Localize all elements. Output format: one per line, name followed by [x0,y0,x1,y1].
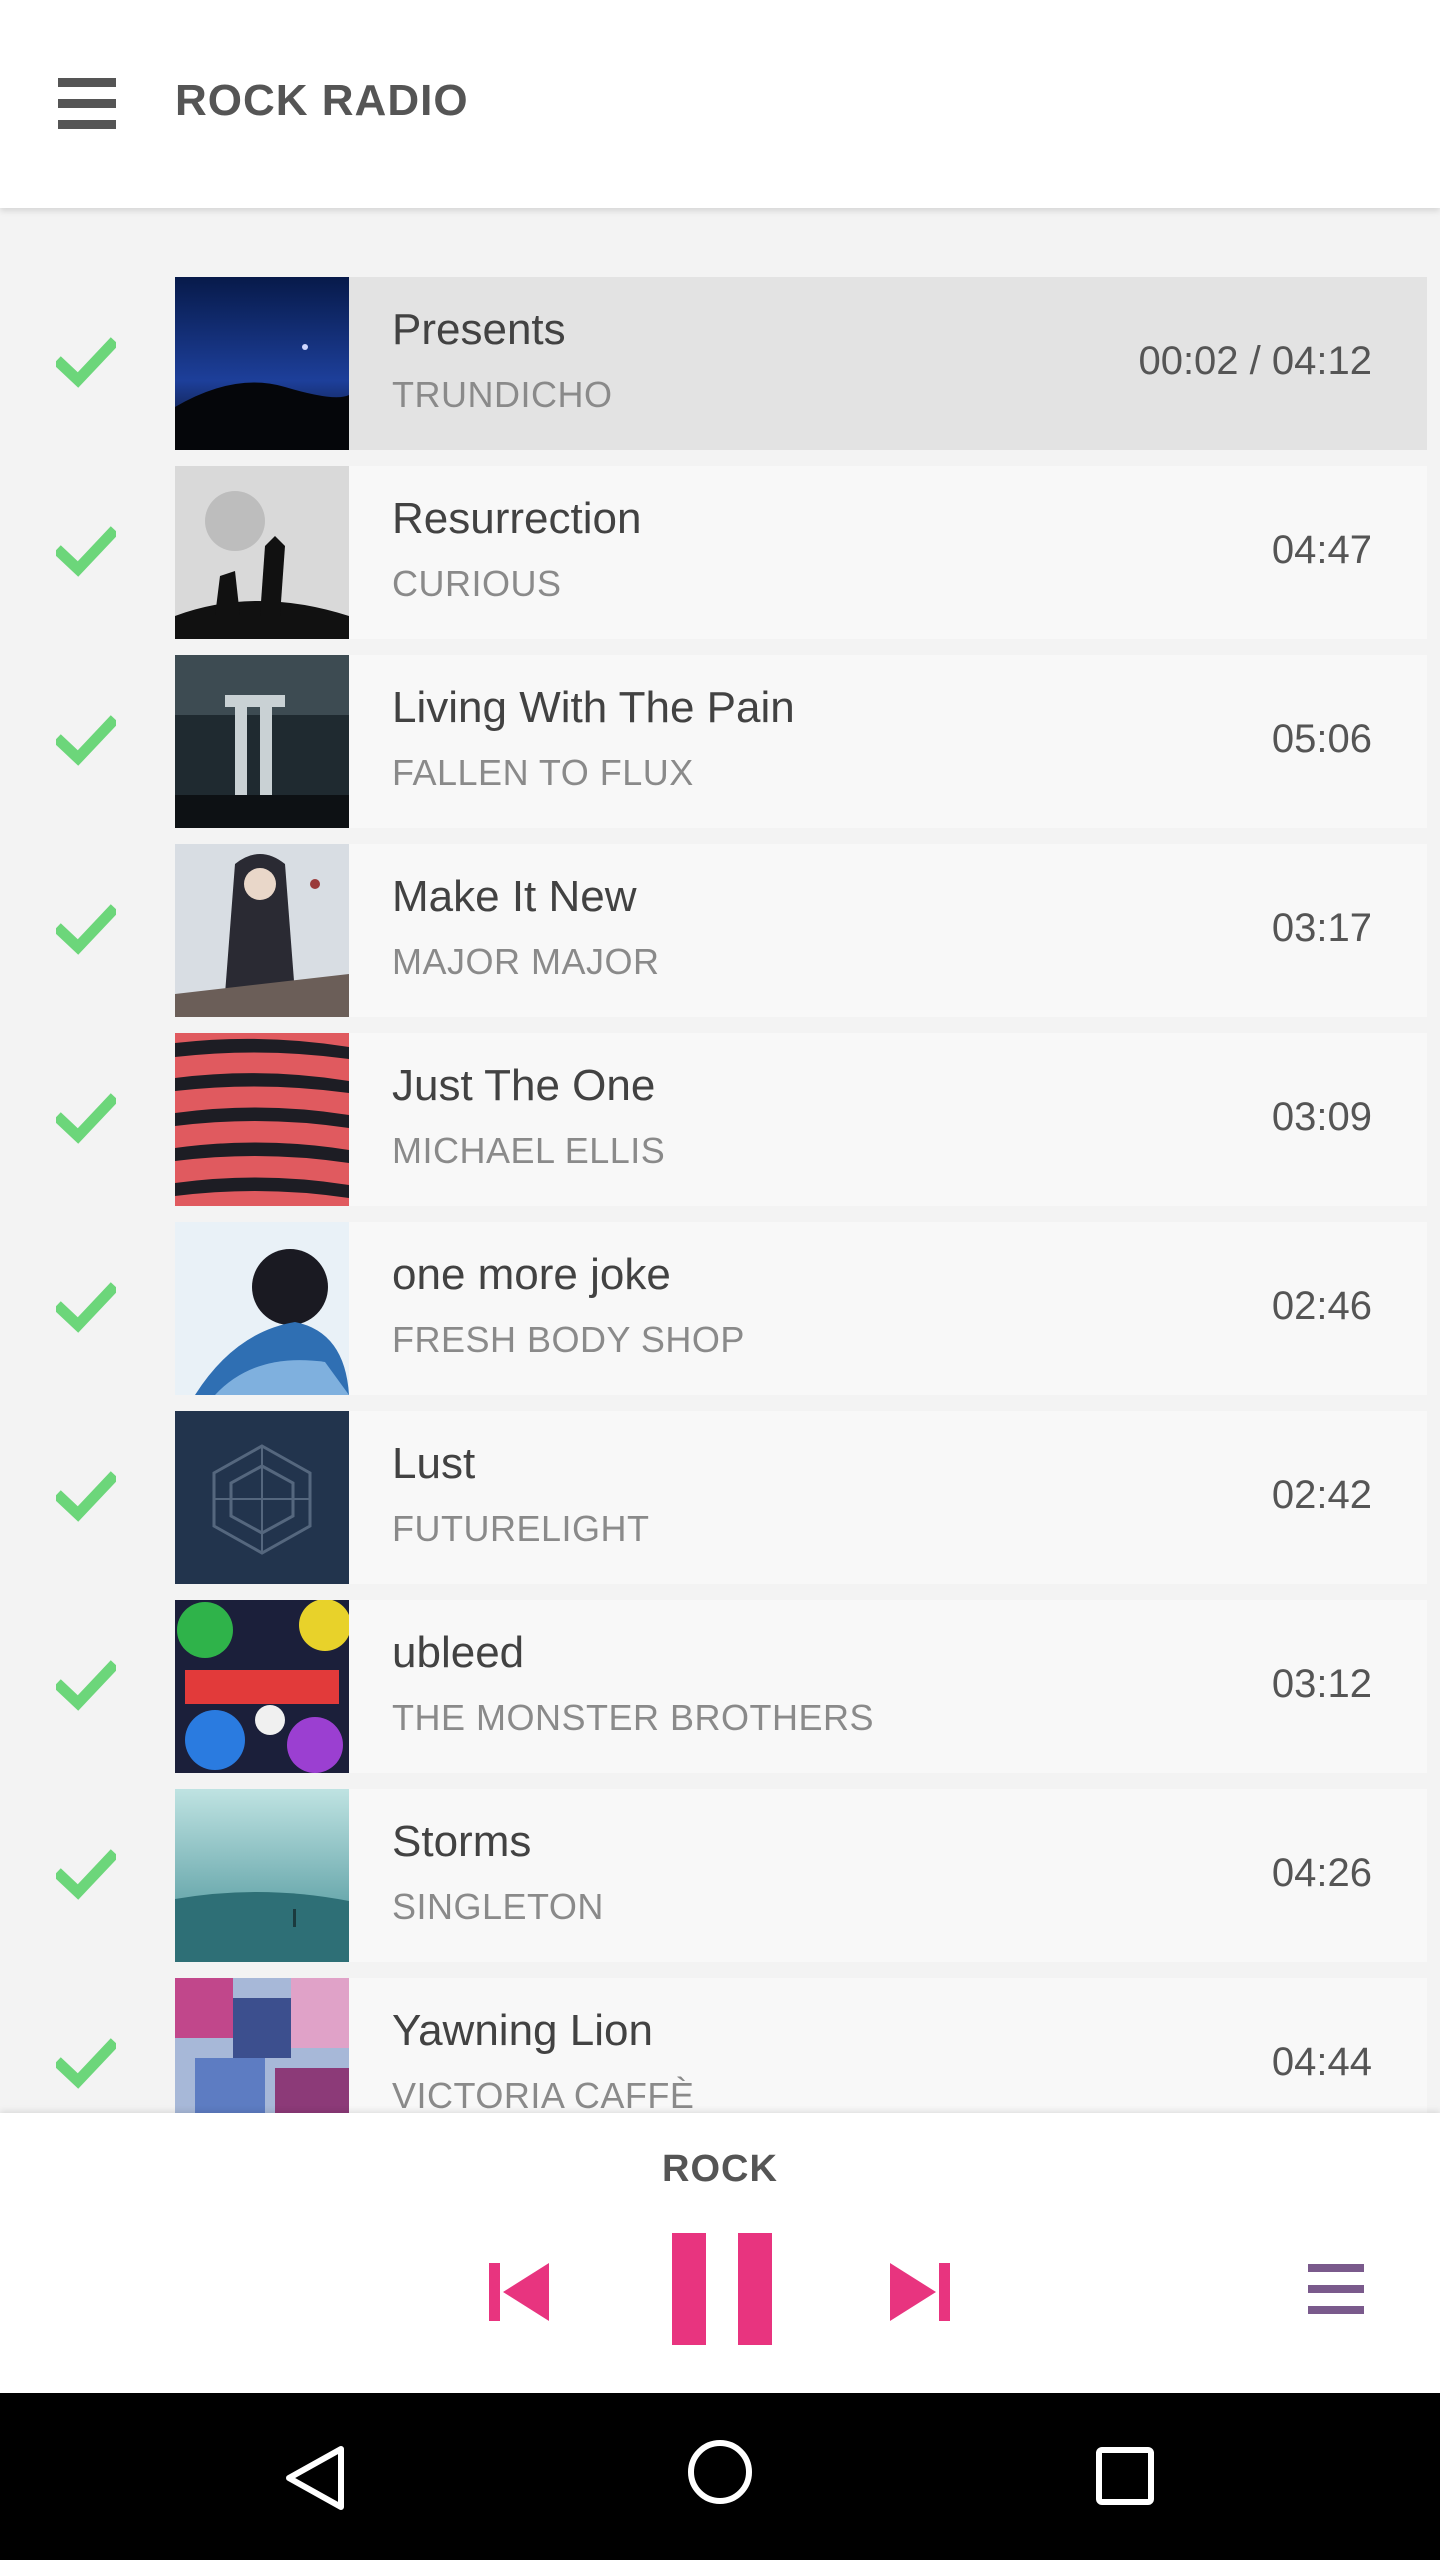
skip-previous-icon[interactable] [489,2263,549,2321]
skip-next-icon[interactable] [890,2263,950,2321]
check-icon [56,1660,116,1712]
check-icon [56,1093,116,1145]
track-artist: SINGLETON [392,1886,604,1927]
check-icon [56,1471,116,1523]
track-duration: 04:47 [1271,528,1372,572]
track-artist: MICHAEL ELLIS [392,1130,666,1171]
track-title: Storms [392,1817,532,1866]
track-card[interactable]: Living With The Pain FALLEN TO FLUX 05:0… [349,655,1427,828]
album-cover [175,277,349,450]
track-title: Presents [392,305,566,354]
album-cover [175,466,349,639]
track-artist: VICTORIA CAFFÈ [392,2075,695,2116]
track-duration: 03:12 [1271,1662,1372,1706]
track-row[interactable]: Presents TRUNDICHO 00:02 / 04:12 [0,277,1440,450]
track-card[interactable]: Storms SINGLETON 04:26 [349,1789,1427,1962]
system-nav-bar [0,2393,1440,2560]
album-cover [175,1600,349,1773]
track-duration: 03:17 [1271,906,1372,950]
album-cover [175,1789,349,1962]
track-duration: 02:42 [1271,1473,1372,1517]
track-title: Lust [392,1439,476,1488]
recents-icon[interactable] [1095,2446,1155,2511]
page-title: ROCK RADIO [175,76,469,125]
track-title: Make It New [392,872,637,921]
check-icon [56,2038,116,2090]
check-icon [56,1282,116,1334]
album-cover [175,1222,349,1395]
menu-icon[interactable] [58,78,116,130]
app-bar: ROCK RADIO [0,0,1440,208]
back-icon[interactable] [283,2443,347,2518]
check-icon [56,526,116,578]
track-row[interactable]: ubleed THE MONSTER BROTHERS 03:12 [0,1600,1440,1773]
track-row[interactable]: Living With The Pain FALLEN TO FLUX 05:0… [0,655,1440,828]
track-card[interactable]: Make It New MAJOR MAJOR 03:17 [349,844,1427,1017]
track-duration: 02:46 [1271,1284,1372,1328]
home-icon[interactable] [685,2437,755,2512]
track-row[interactable]: Resurrection CURIOUS 04:47 [0,466,1440,639]
pause-icon[interactable] [672,2233,772,2345]
check-icon [56,904,116,956]
album-cover [175,655,349,828]
station-label: ROCK [662,2148,778,2190]
track-duration: 03:09 [1271,1095,1372,1139]
track-artist: CURIOUS [392,563,562,604]
track-artist: FUTURELIGHT [392,1508,650,1549]
track-row[interactable]: Storms SINGLETON 04:26 [0,1789,1440,1962]
check-icon [56,337,116,389]
track-title: Yawning Lion [392,2006,653,2055]
track-row[interactable]: one more joke FRESH BODY SHOP 02:46 [0,1222,1440,1395]
track-artist: FRESH BODY SHOP [392,1319,745,1360]
track-artist: TRUNDICHO [392,374,613,415]
album-cover [175,1033,349,1206]
player-bar: ROCK [0,2113,1440,2393]
track-artist: THE MONSTER BROTHERS [392,1697,875,1738]
album-cover [175,844,349,1017]
track-title: Living With The Pain [392,683,795,732]
track-artist: FALLEN TO FLUX [392,752,694,793]
track-title: ubleed [392,1628,525,1677]
queue-icon[interactable] [1308,2264,1364,2314]
track-row[interactable]: Make It New MAJOR MAJOR 03:17 [0,844,1440,1017]
track-card[interactable]: Lust FUTURELIGHT 02:42 [349,1411,1427,1584]
track-row[interactable]: Just The One MICHAEL ELLIS 03:09 [0,1033,1440,1206]
track-title: one more joke [392,1250,671,1299]
track-duration: 04:44 [1271,2040,1372,2084]
track-duration: 05:06 [1271,717,1372,761]
track-artist: MAJOR MAJOR [392,941,660,982]
check-icon [56,1849,116,1901]
album-cover [175,1411,349,1584]
track-card[interactable]: Presents TRUNDICHO 00:02 / 04:12 [349,277,1427,450]
track-card[interactable]: Just The One MICHAEL ELLIS 03:09 [349,1033,1427,1206]
check-icon [56,715,116,767]
track-card[interactable]: one more joke FRESH BODY SHOP 02:46 [349,1222,1427,1395]
track-row[interactable]: Lust FUTURELIGHT 02:42 [0,1411,1440,1584]
track-duration: 00:02 / 04:12 [1138,339,1372,383]
track-duration: 04:26 [1271,1851,1372,1895]
track-title: Resurrection [392,494,642,543]
track-title: Just The One [392,1061,656,1110]
track-card[interactable]: Resurrection CURIOUS 04:47 [349,466,1427,639]
track-card[interactable]: ubleed THE MONSTER BROTHERS 03:12 [349,1600,1427,1773]
